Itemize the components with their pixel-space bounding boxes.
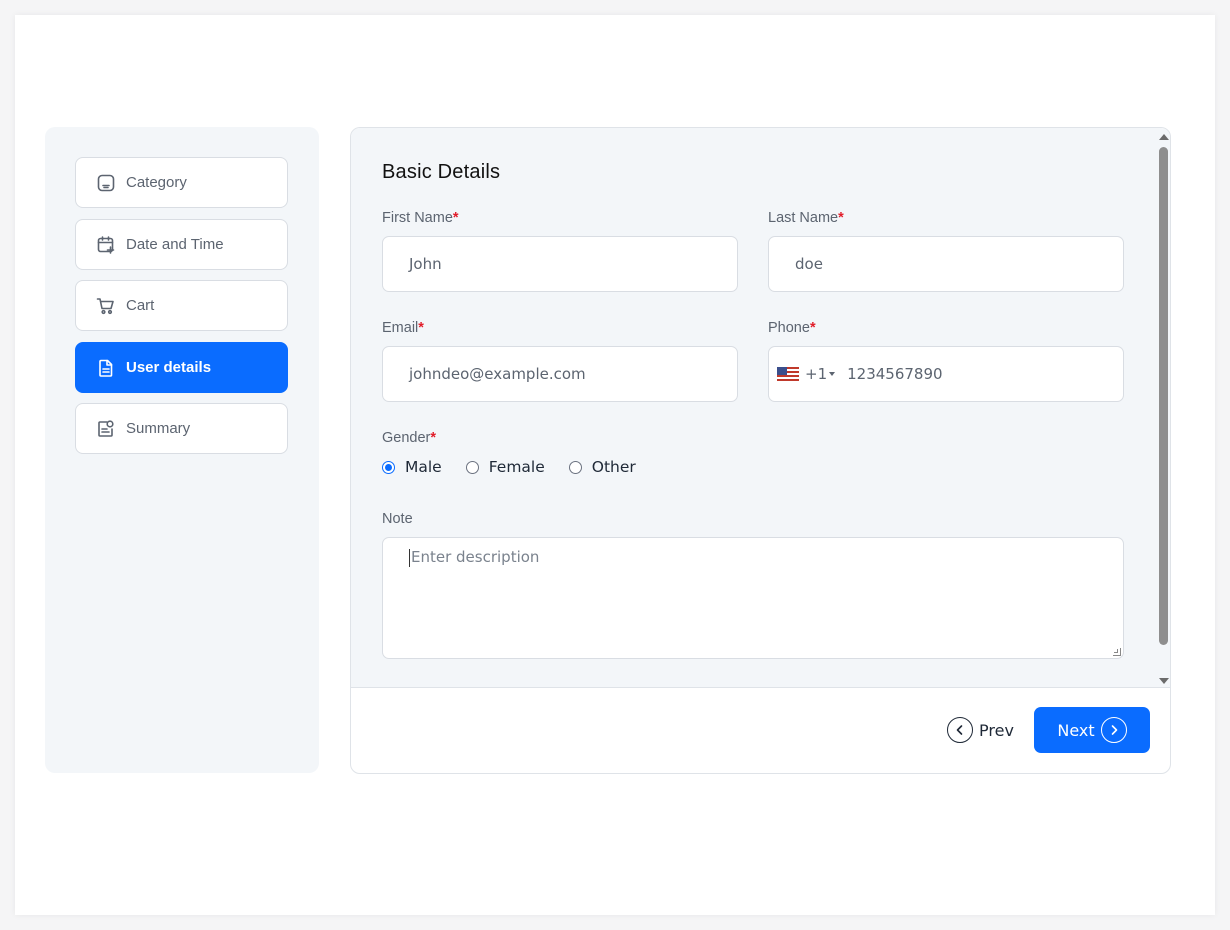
step-label: User details [126,359,212,376]
step-cart[interactable]: Cart [75,280,288,331]
footer-divider [351,687,1170,688]
step-label: Summary [126,420,191,437]
scrollbar-thumb[interactable] [1159,147,1168,645]
country-code[interactable]: +1 [805,365,827,383]
step-date-and-time[interactable]: Date and Time [75,219,288,270]
chevron-left-icon [947,717,973,743]
gender-option-other[interactable]: Other [568,458,636,476]
email-input[interactable]: johndeo@example.com [382,346,738,402]
gender-option-male[interactable]: Male [382,458,442,476]
step-label: Cart [126,297,155,314]
radio-button[interactable] [382,460,395,474]
scroll-down-icon[interactable] [1159,678,1169,684]
next-button[interactable]: Next [1034,707,1150,753]
gender-radio-group: Male Female Other [382,458,660,476]
calendar-plus-icon [96,235,116,255]
note-textarea[interactable]: Enter description [382,537,1124,659]
resize-handle-icon[interactable] [1113,648,1121,656]
last-name-input[interactable]: doe [768,236,1124,292]
scroll-up-icon[interactable] [1159,134,1169,140]
email-label: Email* [382,320,424,336]
phone-label: Phone* [768,320,816,336]
text-cursor [409,548,410,567]
radio-button[interactable] [465,460,479,474]
summary-icon [96,419,116,439]
us-flag-icon[interactable] [777,367,799,381]
chevron-down-icon[interactable] [829,372,836,376]
note-label: Note [382,511,413,527]
form-scroll-area: Basic Details First Name* John Last Name… [351,128,1156,687]
step-category[interactable]: Category [75,157,288,208]
document-icon [96,358,116,378]
first-name-label: First Name* [382,210,459,226]
first-name-input[interactable]: John [382,236,738,292]
step-label: Date and Time [126,236,224,253]
section-title: Basic Details [382,161,501,183]
phone-number: 1234567890 [847,365,943,383]
gender-option-female[interactable]: Female [465,458,545,476]
radio-button[interactable] [568,460,582,474]
step-summary[interactable]: Summary [75,403,288,454]
chevron-right-icon [1100,717,1127,743]
last-name-label: Last Name* [768,210,844,226]
category-icon [96,173,116,193]
vertical-scrollbar[interactable] [1155,128,1170,687]
gender-label: Gender* [382,430,437,446]
phone-input[interactable]: +1 1234567890 [768,346,1124,402]
prev-button[interactable]: Prev [947,716,1014,744]
step-user-details[interactable]: User details [75,342,288,393]
step-label: Category [126,174,187,191]
form-panel: Basic Details First Name* John Last Name… [350,127,1171,774]
cart-icon [96,296,116,316]
steps-sidebar: Category Date and Time Cart User details… [45,127,319,773]
